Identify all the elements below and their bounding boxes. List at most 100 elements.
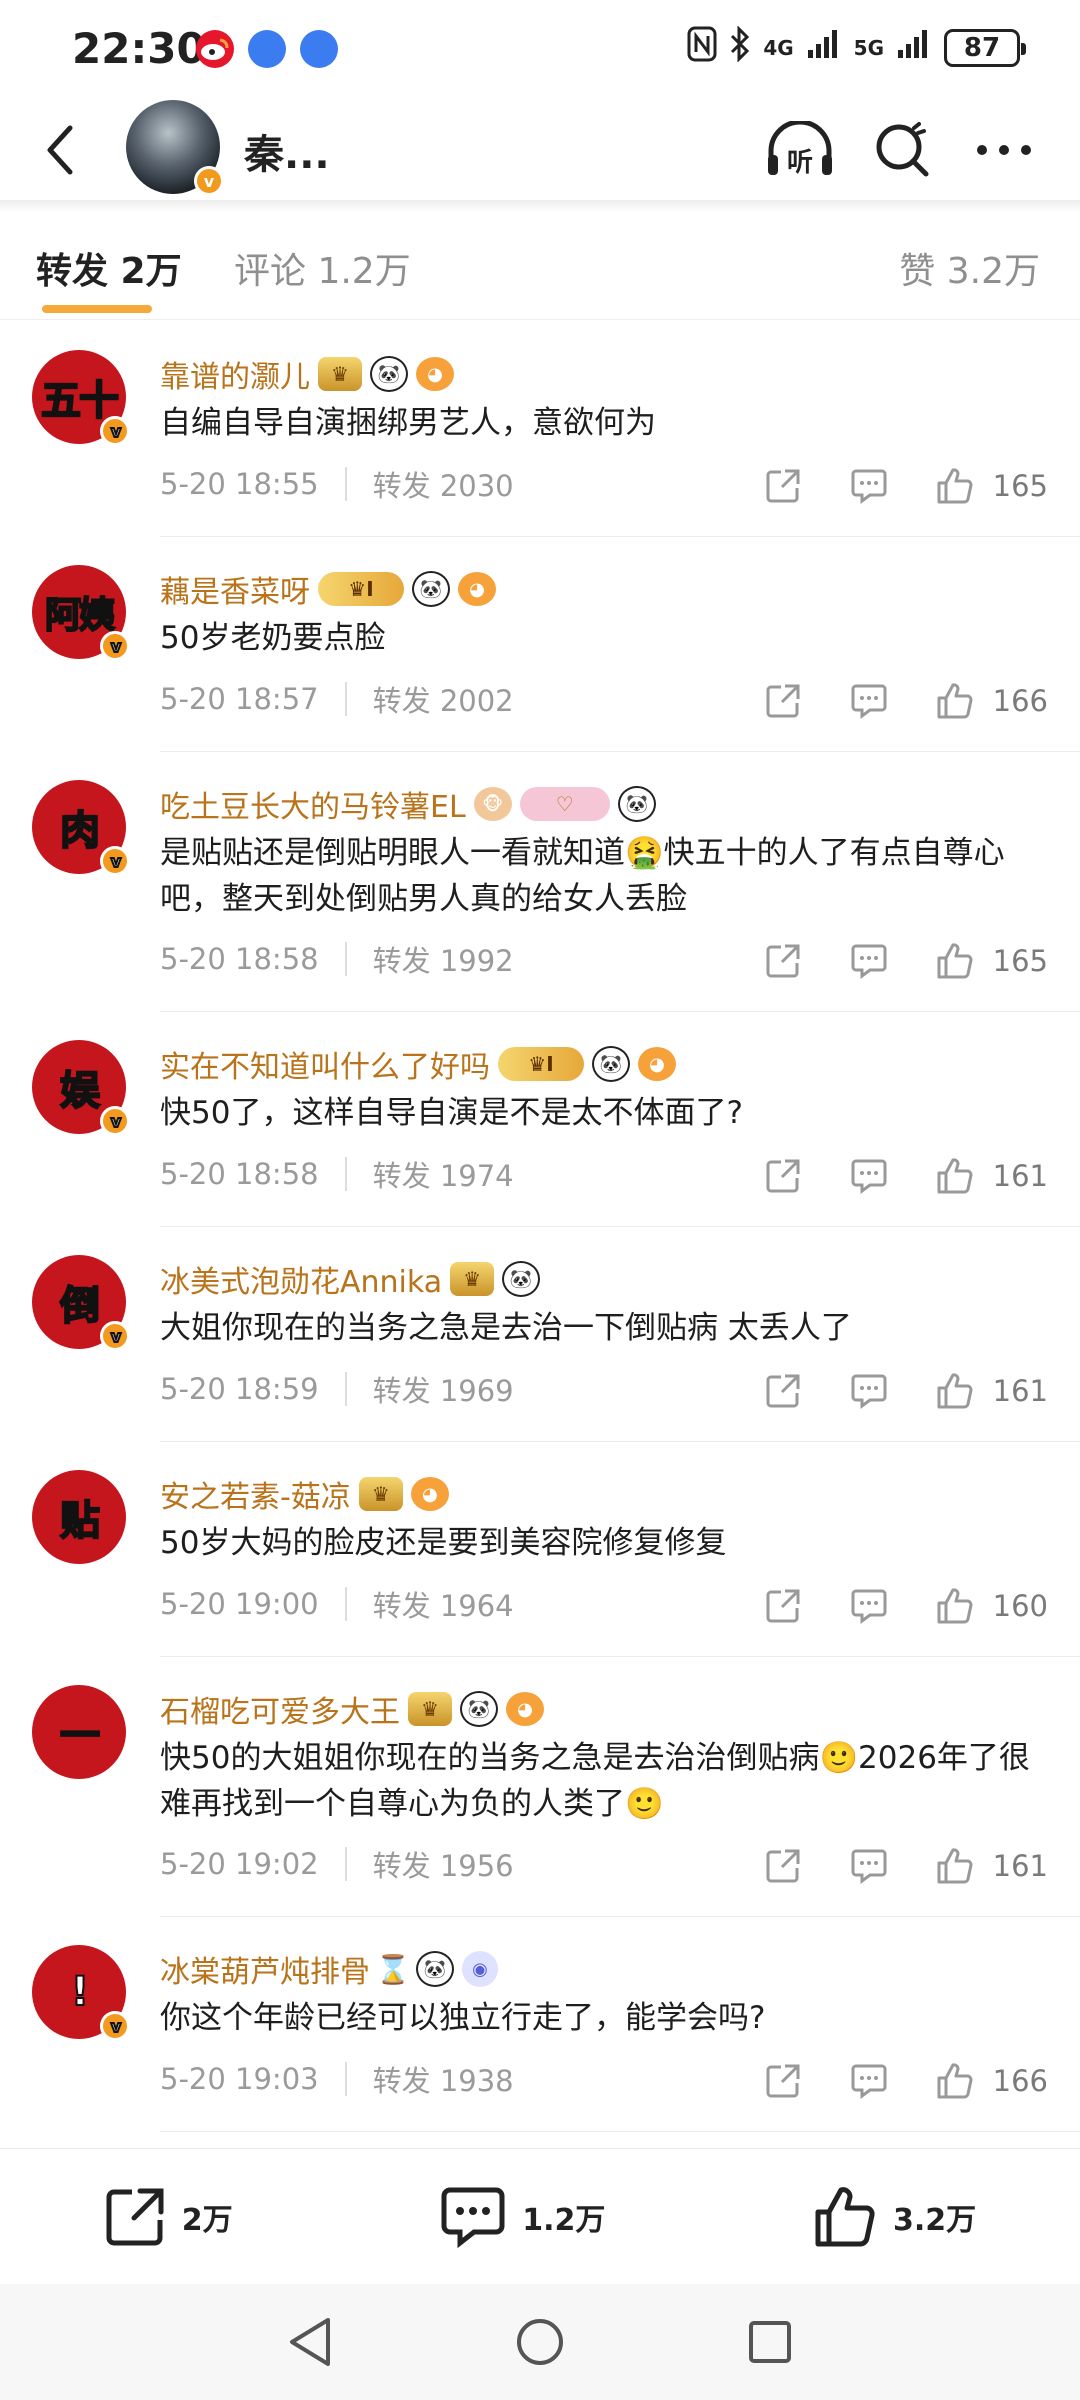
thumbs-up-icon: [937, 468, 973, 504]
meta-divider: [344, 1587, 347, 1621]
nav-back-button[interactable]: [275, 2307, 345, 2377]
item-meta: 5-20 19:03 转发 1938: [160, 2058, 514, 2100]
comment-button[interactable]: [841, 1151, 897, 1201]
repost-button[interactable]: 2万: [104, 2186, 233, 2248]
comment-button[interactable]: [841, 461, 897, 511]
username[interactable]: 藕是香菜呀 ♛ I 🐼 ◕: [160, 567, 496, 611]
triangle-back-icon: [290, 2318, 330, 2366]
like-button[interactable]: [927, 1841, 983, 1891]
bluetooth-icon: [729, 25, 751, 69]
like-button[interactable]: [927, 676, 983, 726]
username-text: 冰美式泡勋花Annika: [160, 1265, 443, 1300]
timestamp: 5-20 18:59: [160, 1372, 319, 1406]
share-icon: [766, 944, 800, 978]
comment-button[interactable]: [841, 2056, 897, 2106]
panda-badge-icon: 🐼: [617, 786, 656, 822]
avatar[interactable]: 贴v: [32, 1470, 126, 1564]
like-button[interactable]: [927, 1151, 983, 1201]
like-button[interactable]: [927, 1581, 983, 1631]
share-button[interactable]: [755, 676, 811, 726]
avatar[interactable]: 阿姨 v: [32, 565, 130, 661]
item-actions: 166: [755, 2056, 1048, 2106]
tab-comments[interactable]: 评论 1.2万: [234, 242, 411, 294]
username[interactable]: 靠谱的灏儿 ♛ 🐼 ◕: [160, 352, 454, 396]
like-button[interactable]: [927, 1366, 983, 1416]
list-item[interactable]: 贴v 安之若素-菇凉 ♛ ◕ 50岁大妈的脸皮还是要到美容院修复修复 5-20 …: [0, 1442, 1080, 1657]
profile-avatar[interactable]: v: [126, 100, 224, 196]
comment-button[interactable]: 1.2万: [440, 2186, 605, 2248]
panda-badge-icon: 🐼: [416, 1951, 454, 1987]
comment-icon: [851, 2064, 887, 2099]
share-button[interactable]: [755, 1151, 811, 1201]
list-item[interactable]: 肉v 吃土豆长大的马铃薯EL 🐵 ♡ 🐼 是贴贴还是倒贴明眼人一看就知道🤮快五十…: [0, 752, 1080, 1012]
list-item[interactable]: 阿姨 v 藕是香菜呀 ♛ I 🐼 ◕ 50岁老奶要点脸 5-20 18:57 转发…: [0, 537, 1080, 752]
share-button[interactable]: [755, 2056, 811, 2106]
username[interactable]: 吃土豆长大的马铃薯EL 🐵 ♡ 🐼: [160, 782, 656, 826]
list-item[interactable]: 娱v 实在不知道叫什么了好吗 ♛ I 🐼 ◕ 快50了，这样自导自演是不是太不体…: [0, 1012, 1080, 1227]
username[interactable]: 石榴吃可爱多大王 ♛ 🐼 ◕: [160, 1687, 544, 1731]
comment-button[interactable]: [841, 676, 897, 726]
listen-label: 听: [787, 148, 813, 178]
avatar[interactable]: 肉v: [32, 780, 130, 876]
list-item[interactable]: ! v 冰棠葫芦炖排骨 ⌛ 🐼 ◉ 你这个年龄已经可以独立行走了，能学会吗? 5-…: [0, 1917, 1080, 2132]
share-icon: [766, 469, 800, 503]
list-item[interactable]: 五十 v 靠谱的灏儿 ♛ 🐼 ◕ 自编自导自演捆绑男艺人，意欲何为 5-20 18…: [0, 322, 1080, 537]
avatar[interactable]: ! v: [32, 1945, 130, 2041]
tab-likes[interactable]: 赞 3.2万: [899, 242, 1040, 294]
like-button[interactable]: [927, 2056, 983, 2106]
username-text: 冰棠葫芦炖排骨: [160, 1955, 370, 1990]
share-button[interactable]: [755, 936, 811, 986]
share-button[interactable]: [755, 1366, 811, 1416]
item-meta: 5-20 18:55 转发 2030: [160, 463, 514, 505]
share-button[interactable]: [755, 1581, 811, 1631]
avatar-text: 一: [59, 1712, 101, 1760]
comment-icon: [851, 1159, 887, 1194]
panda-badge-icon: 🐼: [502, 1261, 541, 1297]
like-button[interactable]: [927, 461, 983, 511]
username[interactable]: 实在不知道叫什么了好吗 ♛ I 🐼 ◕: [160, 1042, 676, 1086]
nav-home-button[interactable]: [505, 2307, 575, 2377]
comment-button[interactable]: [841, 936, 897, 986]
avatar[interactable]: 倒v: [32, 1255, 130, 1351]
avatar[interactable]: 五十 v: [32, 350, 130, 446]
network-label-2: 5G: [853, 35, 884, 60]
like-count: 161: [992, 1159, 1048, 1193]
tab-reposts[interactable]: 转发 2万: [36, 242, 182, 294]
comment-button[interactable]: [841, 1841, 897, 1891]
fish-badge-icon: ◕: [506, 1692, 544, 1726]
avatar[interactable]: 一v: [32, 1685, 126, 1779]
repost-count: 转发 1969: [372, 1374, 514, 1408]
share-button[interactable]: [755, 1841, 811, 1891]
verified-badge-icon: v: [100, 846, 130, 876]
repost-count: 转发 2002: [372, 684, 514, 718]
comment-button[interactable]: [841, 1581, 897, 1631]
search-button[interactable]: [866, 118, 938, 182]
username[interactable]: 冰棠葫芦炖排骨 ⌛ 🐼 ◉: [160, 1947, 498, 1991]
page-title[interactable]: 秦...: [244, 122, 330, 180]
username[interactable]: 冰美式泡勋花Annika ♛ 🐼: [160, 1257, 541, 1301]
like-button[interactable]: [927, 936, 983, 986]
repost-total: 2万: [181, 2202, 233, 2238]
list-item[interactable]: 一v 石榴吃可爱多大王 ♛ 🐼 ◕ 快50的大姐姐你现在的当务之急是去治治倒贴病…: [0, 1657, 1080, 1917]
status-bar: 22:30 4G 5G 87: [0, 0, 1080, 100]
thumbs-up-icon: [937, 1848, 973, 1884]
repost-list: 五十 v 靠谱的灏儿 ♛ 🐼 ◕ 自编自导自演捆绑男艺人，意欲何为 5-20 18…: [0, 322, 1080, 2132]
username[interactable]: 安之若素-菇凉 ♛ ◕: [160, 1472, 449, 1516]
timestamp: 5-20 18:58: [160, 1157, 319, 1191]
avatar[interactable]: 娱v: [32, 1040, 130, 1136]
list-item[interactable]: 倒v 冰美式泡勋花Annika ♛ 🐼 大姐你现在的当务之急是去治一下倒贴病 太…: [0, 1227, 1080, 1442]
more-button[interactable]: [968, 118, 1040, 182]
nav-recents-button[interactable]: [735, 2307, 805, 2377]
divider: [160, 2131, 1080, 2132]
username-text: 实在不知道叫什么了好吗: [160, 1050, 490, 1085]
thumbs-up-icon: [937, 1373, 973, 1409]
comment-button[interactable]: [841, 1366, 897, 1416]
like-button[interactable]: 3.2万: [813, 2185, 976, 2249]
comment-total: 1.2万: [522, 2202, 606, 2238]
back-button[interactable]: [28, 118, 92, 182]
circle-home-icon: [517, 2319, 563, 2365]
item-meta: 5-20 19:02 转发 1956: [160, 1843, 514, 1885]
listen-button[interactable]: 听: [764, 118, 836, 182]
share-button[interactable]: [755, 461, 811, 511]
avatar-text: 倒: [59, 1282, 101, 1330]
